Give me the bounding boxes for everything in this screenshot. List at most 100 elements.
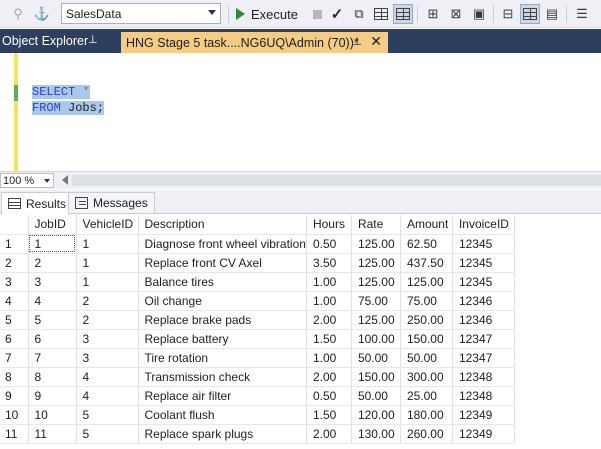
rate-cell[interactable]: 125.00 [351,253,401,273]
vehicleid-cell[interactable]: 3 [76,348,139,368]
rate-cell[interactable]: 75.00 [351,291,401,311]
hours-header[interactable]: Hours [306,215,352,235]
description-cell[interactable]: Diagnose front wheel vibration [138,234,307,254]
row-number[interactable]: 9 [0,386,29,406]
hours-cell[interactable]: 3.50 [306,253,352,273]
description-cell[interactable]: Coolant flush [138,405,307,425]
rate-cell[interactable]: 125.00 [351,310,401,330]
description-cell[interactable]: Replace spark plugs [138,424,307,444]
object-explorer-tab[interactable]: Object Explorer [0,29,88,53]
table-row[interactable]: 8 8 4 Transmission check 2.00 150.00 300.00 123… [0,367,515,387]
rate-cell[interactable]: 150.00 [351,367,401,387]
scroll-left-icon[interactable] [62,175,68,185]
invoiceid-cell[interactable]: 12347 [452,329,515,349]
description-cell[interactable]: Balance tires [138,272,307,292]
description-cell[interactable]: Oil change [138,291,307,311]
invoiceid-cell[interactable]: 12349 [452,405,515,425]
vehicleid-header[interactable]: VehicleID [76,215,139,235]
amount-cell[interactable]: 50.00 [400,348,453,368]
display-plan-button[interactable]: ⧉ [349,4,369,24]
row-number[interactable]: 6 [0,329,29,349]
invoiceid-cell[interactable]: 12345 [452,234,515,254]
description-cell[interactable]: Replace front CV Axel [138,253,307,273]
hours-cell[interactable]: 1.50 [306,405,352,425]
row-number-header[interactable] [0,215,29,235]
results-grid-button[interactable] [520,4,540,24]
execute-button[interactable]: Execute [236,4,298,24]
invoiceid-cell[interactable]: 12345 [452,253,515,273]
jobid-cell[interactable]: 11 [28,424,77,444]
invoiceid-cell[interactable]: 12349 [452,424,515,444]
sql-code[interactable]: SELECT * FROM Jobs; [32,84,105,116]
invoiceid-cell[interactable]: 12345 [452,272,515,292]
jobid-cell[interactable]: 9 [28,386,77,406]
table-row[interactable]: 7 7 3 Tire rotation 1.00 50.00 50.00 12347 [0,348,515,368]
query-options-button[interactable] [371,4,391,24]
filter-icon[interactable]: ⚓ [32,4,52,24]
description-cell[interactable]: Replace brake pads [138,310,307,330]
results-to-text-button[interactable]: ⊟ [498,4,518,24]
jobid-header[interactable]: JobID [28,215,77,235]
invoiceid-cell[interactable]: 12348 [452,367,515,387]
pin-icon[interactable]: ⊥ [352,35,362,48]
tab-messages[interactable]: Messages [68,192,155,214]
amount-header[interactable]: Amount [400,215,453,235]
description-cell[interactable]: Replace battery [138,329,307,349]
row-number[interactable]: 7 [0,348,29,368]
amount-cell[interactable]: 75.00 [400,291,453,311]
parse-button[interactable]: ✓ [327,4,347,24]
hours-cell[interactable]: 1.00 [306,272,352,292]
amount-cell[interactable]: 300.00 [400,367,453,387]
rate-cell[interactable]: 125.00 [351,272,401,292]
vehicleid-cell[interactable]: 4 [76,367,139,387]
amount-cell[interactable]: 62.50 [400,234,453,254]
vehicleid-cell[interactable]: 5 [76,405,139,425]
close-icon[interactable]: ✕ [370,33,382,50]
hours-cell[interactable]: 1.00 [306,291,352,311]
live-stats-button[interactable]: ⊠ [446,4,466,24]
invoiceid-cell[interactable]: 12347 [452,348,515,368]
rate-cell[interactable]: 100.00 [351,329,401,349]
amount-cell[interactable]: 260.00 [400,424,453,444]
hours-cell[interactable]: 1.50 [306,329,352,349]
rate-cell[interactable]: 130.00 [351,424,401,444]
row-number[interactable]: 8 [0,367,29,387]
table-row[interactable]: 6 6 3 Replace battery 1.50 100.00 150.00 12347 [0,329,515,349]
table-row[interactable]: 1 1 1 Diagnose front wheel vibration 0.50 125… [0,234,515,254]
jobid-cell[interactable]: 5 [28,310,77,330]
client-stats-button[interactable]: ▣ [469,4,489,24]
jobid-cell[interactable]: 6 [28,329,77,349]
table-row[interactable]: 3 3 1 Balance tires 1.00 125.00 125.00 12345 [0,272,515,292]
jobid-cell[interactable]: 7 [28,348,77,368]
table-row[interactable]: 5 5 2 Replace brake pads 2.00 125.00 250.00 123… [0,310,515,330]
jobid-cell[interactable]: 3 [28,272,77,292]
table-row[interactable]: 10 10 5 Coolant flush 1.50 120.00 180.00 12349 [0,405,515,425]
amount-cell[interactable]: 25.00 [400,386,453,406]
results-to-file-button[interactable]: ▤ [542,4,562,24]
query-editor[interactable]: SELECT * FROM Jobs; [0,53,601,171]
horizontal-scrollbar[interactable] [72,175,601,186]
results-grid[interactable]: JobID VehicleID Description Hours Rate Amount… [0,215,515,444]
query-tab[interactable]: HNG Stage 5 task....NG6UQ\Admin (70))* ⊥… [121,32,388,53]
vehicleid-cell[interactable]: 2 [76,310,139,330]
rate-cell[interactable]: 50.00 [351,348,401,368]
tab-results[interactable]: Results [1,192,74,214]
vehicleid-cell[interactable]: 1 [76,272,139,292]
amount-cell[interactable]: 437.50 [400,253,453,273]
hours-cell[interactable]: 2.00 [306,367,352,387]
rate-header[interactable]: Rate [351,215,401,235]
description-cell[interactable]: Tire rotation [138,348,307,368]
vehicleid-cell[interactable]: 1 [76,234,139,254]
invoiceid-header[interactable]: InvoiceID [452,215,515,235]
stop-button[interactable] [307,4,327,24]
jobid-cell[interactable]: 10 [28,405,77,425]
connect-icon[interactable]: ⚲ [8,4,28,24]
pin-icon[interactable]: ⊥ [88,33,98,46]
row-number[interactable]: 2 [0,253,29,273]
row-number[interactable]: 5 [0,310,29,330]
table-row[interactable]: 11 11 5 Replace spark plugs 2.00 130.00 260.00… [0,424,515,444]
description-header[interactable]: Description [138,215,307,235]
invoiceid-cell[interactable]: 12346 [452,310,515,330]
vehicleid-cell[interactable]: 4 [76,386,139,406]
results-to-grid-button[interactable] [393,4,413,24]
